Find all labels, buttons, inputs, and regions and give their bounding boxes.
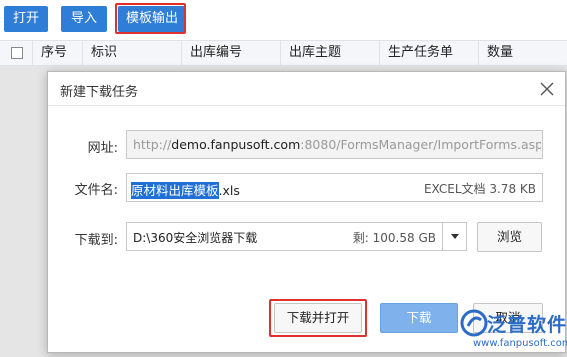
filename-selected-text: 原材料出库模板 (131, 182, 219, 199)
column-header-outbound-no[interactable]: 出库编号 (182, 41, 281, 65)
dialog-title: 新建下载任务 (60, 85, 139, 100)
select-all-checkbox[interactable] (11, 47, 23, 59)
filename-extension: .xls (218, 183, 240, 198)
toolbar: 打开 导入 模板输出 (0, 0, 567, 38)
free-space: 剩: 100.58 GB (352, 231, 436, 245)
filename-label: 文件名: (74, 183, 118, 198)
import-button[interactable]: 导入 (61, 6, 107, 32)
saveto-label: 下载到: (74, 233, 118, 248)
watermark-name: 泛普软件 (487, 314, 567, 336)
url-label: 网址: (87, 141, 118, 156)
url-host: demo.fanpusoft.com (171, 137, 301, 152)
url-prefix: http:// (133, 137, 172, 152)
column-header-seq[interactable]: 序号 (33, 41, 83, 65)
download-and-open-button[interactable]: 下载并打开 (274, 303, 362, 333)
browse-button[interactable]: 浏览 (477, 222, 542, 252)
header-select-all[interactable] (0, 41, 33, 65)
url-field: http://demo.fanpusoft.com:8080/FormsMana… (126, 130, 543, 159)
file-type-size: EXCEL文档 3.78 KB (423, 182, 536, 196)
watermark-logo: 泛普软件 www.fanpusoft.com (459, 306, 567, 357)
column-header-quantity[interactable]: 数量 (479, 41, 567, 65)
table-header: 序号 标识 出库编号 出库主题 生产任务单 数量 (0, 40, 567, 66)
column-header-outbound-subject[interactable]: 出库主题 (281, 41, 380, 65)
save-path-select[interactable]: D:\360安全浏览器下载 剩: 100.58 GB (126, 222, 467, 251)
column-header-production-order[interactable]: 生产任务单 (380, 41, 479, 65)
close-icon[interactable] (537, 79, 557, 99)
url-rest: :8080/FormsManager/ImportForms.aspx?Fo (300, 137, 541, 152)
save-path: D:\360安全浏览器下载 (133, 231, 258, 245)
download-button[interactable]: 下载 (380, 303, 458, 333)
logo-mark-icon (460, 309, 488, 337)
template-export-button[interactable]: 模板输出 (118, 6, 186, 32)
chevron-down-icon[interactable] (442, 223, 466, 250)
dialog-titlebar: 新建下载任务 (48, 72, 565, 106)
column-header-id[interactable]: 标识 (83, 41, 182, 65)
open-button[interactable]: 打开 (4, 6, 48, 32)
watermark-url: www.fanpusoft.com (473, 338, 567, 349)
filename-input[interactable]: 原材料出库模板.xls EXCEL文档 3.78 KB (126, 173, 543, 202)
